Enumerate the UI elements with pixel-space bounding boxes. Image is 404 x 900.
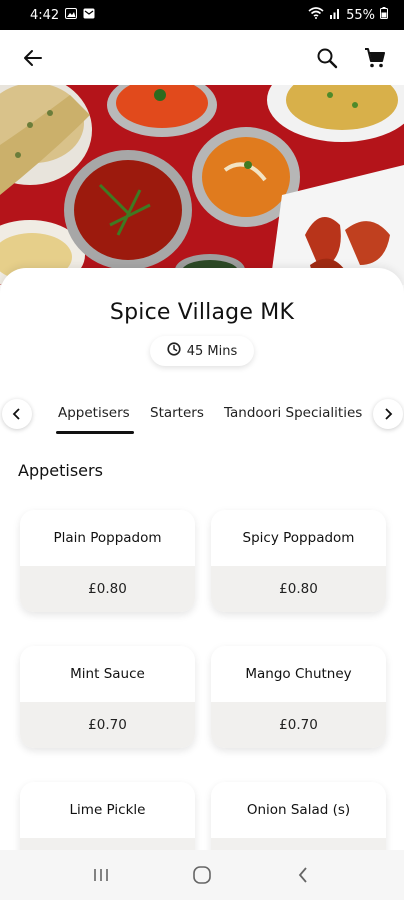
menu-item-name: Mint Sauce xyxy=(70,666,145,682)
cart-icon[interactable] xyxy=(362,45,388,71)
back-arrow-icon[interactable] xyxy=(20,45,46,71)
tab-strip: Appetisers Starters Tandoori Specialitie… xyxy=(48,396,366,436)
clock-icon xyxy=(167,342,181,360)
tab-appetisers[interactable]: Appetisers xyxy=(58,405,130,421)
tab-tandoori-specialities[interactable]: Tandoori Specialities xyxy=(224,405,362,421)
menu-item-name: Plain Poppadom xyxy=(53,530,162,546)
app-bar xyxy=(0,30,404,85)
battery-text: 55% xyxy=(346,7,375,23)
menu-item-name: Mango Chutney xyxy=(245,666,352,682)
restaurant-sheet: Spice Village MK 45 Mins Appetisers Star… xyxy=(0,268,404,900)
search-icon[interactable] xyxy=(314,45,340,71)
section-title: Appetisers xyxy=(18,461,103,480)
message-icon xyxy=(83,8,95,23)
category-tabs: Appetisers Starters Tandoori Specialitie… xyxy=(0,396,404,436)
active-tab-indicator xyxy=(56,431,134,434)
menu-item-price: £0.70 xyxy=(20,702,195,748)
home-icon[interactable] xyxy=(182,855,222,895)
signal-icon xyxy=(329,7,341,23)
menu-item-price: £0.80 xyxy=(211,566,386,612)
gallery-icon xyxy=(65,7,78,23)
battery-icon xyxy=(380,7,388,23)
recent-apps-icon[interactable] xyxy=(81,855,121,895)
menu-item-price: £0.80 xyxy=(20,566,195,612)
menu-item-price: £0.70 xyxy=(211,702,386,748)
tabs-scroll-left-button[interactable] xyxy=(2,399,32,429)
system-back-icon[interactable] xyxy=(283,855,323,895)
delivery-time-badge: 45 Mins xyxy=(150,336,254,366)
delivery-time-text: 45 Mins xyxy=(186,343,238,359)
tab-starters[interactable]: Starters xyxy=(150,405,204,421)
menu-item-card[interactable]: Plain Poppadom £0.80 xyxy=(20,510,195,612)
menu-item-name: Lime Pickle xyxy=(69,802,146,818)
menu-item-card[interactable]: Mint Sauce £0.70 xyxy=(20,646,195,748)
restaurant-hero-image xyxy=(0,85,404,285)
menu-item-card[interactable]: Spicy Poppadom £0.80 xyxy=(211,510,386,612)
system-nav-bar xyxy=(0,850,404,900)
status-bar: 4:42 55% xyxy=(0,0,404,30)
menu-item-name: Onion Salad (s) xyxy=(246,802,351,818)
wifi-icon xyxy=(308,7,324,23)
tabs-scroll-right-button[interactable] xyxy=(373,399,403,429)
status-time: 4:42 xyxy=(30,7,60,23)
restaurant-name: Spice Village MK xyxy=(109,300,295,325)
menu-item-name: Spicy Poppadom xyxy=(242,530,355,546)
menu-item-card[interactable]: Mango Chutney £0.70 xyxy=(211,646,386,748)
